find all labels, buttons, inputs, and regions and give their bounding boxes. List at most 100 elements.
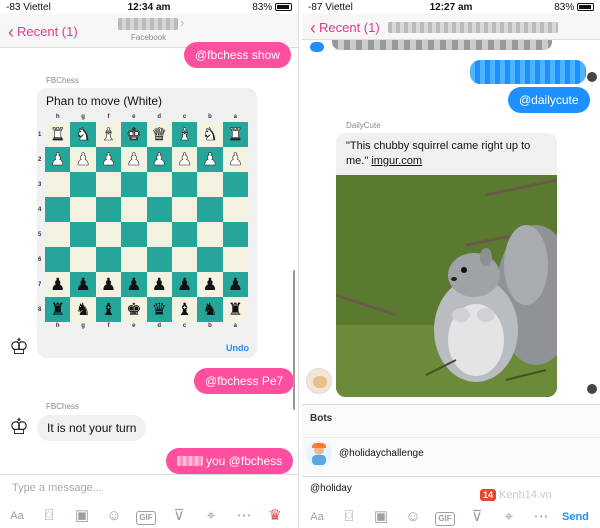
back-button[interactable]: ‹ Recent (1) — [310, 18, 380, 39]
board-square[interactable]: ♞ — [70, 297, 96, 322]
board-square[interactable]: ♟ — [95, 272, 122, 297]
photo-icon[interactable]: ▣ — [71, 506, 93, 526]
board-square[interactable] — [146, 172, 172, 197]
board-square[interactable] — [146, 247, 172, 272]
board-square[interactable]: ♞ — [197, 122, 223, 147]
send-button[interactable]: Send — [562, 511, 589, 523]
board-square[interactable] — [121, 247, 147, 272]
board-square[interactable]: ♟ — [121, 147, 147, 172]
board-square[interactable]: ♟ — [146, 147, 172, 172]
board-square[interactable] — [70, 197, 96, 222]
like-icon[interactable]: ♛ — [264, 506, 286, 526]
board-square[interactable] — [95, 172, 122, 197]
mic-icon[interactable]: ⊽ — [466, 507, 488, 527]
board-square[interactable] — [70, 247, 96, 272]
board-square[interactable] — [95, 222, 122, 247]
camera-icon[interactable]: ⌼ — [338, 507, 360, 527]
sent-message-you[interactable]: you @fbchess — [166, 448, 294, 474]
board-square[interactable]: ♜ — [45, 122, 71, 147]
board-square[interactable]: ♟ — [45, 147, 71, 172]
board-square[interactable]: ♟ — [95, 147, 122, 172]
gif-icon[interactable]: GIF — [434, 507, 456, 527]
board-square[interactable]: ♟ — [171, 147, 198, 172]
photo-icon[interactable]: ▣ — [370, 507, 392, 527]
board-square[interactable]: ♟ — [197, 147, 223, 172]
message-input[interactable]: @holiday — [310, 483, 352, 494]
board-square[interactable] — [146, 222, 172, 247]
contact-name-redacted[interactable] — [388, 22, 558, 33]
sent-message-redacted[interactable] — [470, 60, 586, 84]
board-square[interactable] — [121, 172, 147, 197]
board-square[interactable]: ♜ — [222, 297, 248, 322]
board-square[interactable]: ♝ — [171, 297, 198, 322]
message-input[interactable]: Type a message... — [12, 482, 102, 494]
board-square[interactable]: ♛ — [146, 122, 172, 147]
board-square[interactable] — [95, 247, 122, 272]
board-square[interactable] — [45, 172, 71, 197]
board-square[interactable]: ♞ — [70, 122, 96, 147]
dailycute-post-card[interactable]: "This chubby squirrel came right up to m… — [336, 133, 557, 397]
emoji-icon[interactable]: ☺ — [402, 507, 424, 527]
squirrel-photo[interactable] — [336, 175, 557, 397]
more-icon[interactable]: ⋯ — [233, 506, 255, 526]
undo-button[interactable]: Undo — [226, 343, 249, 353]
board-square[interactable] — [197, 247, 223, 272]
board-square[interactable]: ♚ — [121, 122, 147, 147]
board-square[interactable]: ♟ — [146, 272, 172, 297]
location-icon[interactable]: ⌖ — [200, 506, 222, 526]
board-square[interactable]: ♟ — [70, 272, 96, 297]
board-square[interactable]: ♟ — [222, 147, 248, 172]
sent-message-show[interactable]: @fbchess show — [184, 42, 291, 68]
board-square[interactable] — [171, 197, 198, 222]
board-square[interactable] — [171, 222, 198, 247]
board-square[interactable]: ♝ — [95, 297, 122, 322]
board-square[interactable] — [197, 172, 223, 197]
board-square[interactable] — [45, 197, 71, 222]
gif-icon[interactable]: GIF — [135, 506, 157, 526]
board-square[interactable]: ♜ — [45, 297, 71, 322]
board-square[interactable] — [121, 222, 147, 247]
mic-icon[interactable]: ⊽ — [168, 506, 190, 526]
aa-icon[interactable]: Aa — [306, 507, 328, 527]
sent-message-move[interactable]: @fbchess Pe7 — [194, 368, 295, 394]
board-square[interactable]: ♟ — [45, 272, 71, 297]
received-message-turn[interactable]: It is not your turn — [37, 415, 147, 441]
contact-name-redacted[interactable] — [118, 18, 178, 30]
board-square[interactable]: ♜ — [222, 122, 248, 147]
caption-link[interactable]: imgur.com — [371, 155, 422, 167]
board-square[interactable]: ♞ — [197, 297, 223, 322]
board-square[interactable]: ♟ — [121, 272, 147, 297]
board-square[interactable]: ♟ — [197, 272, 223, 297]
back-button[interactable]: ‹ Recent (1) — [8, 22, 78, 43]
board-square[interactable] — [45, 222, 71, 247]
camera-icon[interactable]: ⌼ — [38, 506, 60, 526]
board-square[interactable]: ♟ — [222, 272, 248, 297]
board-square[interactable] — [121, 197, 147, 222]
board-square[interactable] — [70, 172, 96, 197]
board-square[interactable] — [95, 197, 122, 222]
board-square[interactable]: ♟ — [171, 272, 198, 297]
board-square[interactable] — [45, 247, 71, 272]
board-square[interactable] — [171, 172, 198, 197]
sent-message-dailycute[interactable]: @dailycute — [508, 87, 590, 113]
board-square[interactable] — [222, 197, 248, 222]
scrollbar[interactable] — [293, 270, 295, 410]
board-square[interactable]: ♛ — [146, 297, 172, 322]
emoji-icon[interactable]: ☺ — [103, 506, 125, 526]
board-square[interactable] — [197, 222, 223, 247]
chess-board[interactable]: ♜ ♞ ♝ ♚ ♛ ♝ ♞ ♜ ♟ ♟ ♟ ♟ ♟ ♟ ♟ ♟ ♟ ♟ ♟ ♟ ♟ ♟ ♟ ♟ ♜ ♞ ♝ ♚ ♛ ♝ ♞ ♜ — [45, 122, 248, 322]
location-icon[interactable]: ⌖ — [498, 507, 520, 527]
board-square[interactable] — [222, 222, 248, 247]
aa-icon[interactable]: Aa — [6, 506, 28, 526]
more-icon[interactable]: ⋯ — [530, 507, 552, 527]
board-square[interactable] — [222, 247, 248, 272]
board-square[interactable]: ♟ — [70, 147, 96, 172]
board-square[interactable]: ♝ — [171, 122, 198, 147]
board-square[interactable]: ♝ — [95, 122, 122, 147]
board-square[interactable] — [222, 172, 248, 197]
board-square[interactable] — [70, 222, 96, 247]
bot-suggestion-holidaychallenge[interactable]: @holidaychallenge — [302, 437, 600, 469]
board-square[interactable] — [171, 247, 198, 272]
board-square[interactable]: ♚ — [121, 297, 147, 322]
board-square[interactable] — [197, 197, 223, 222]
